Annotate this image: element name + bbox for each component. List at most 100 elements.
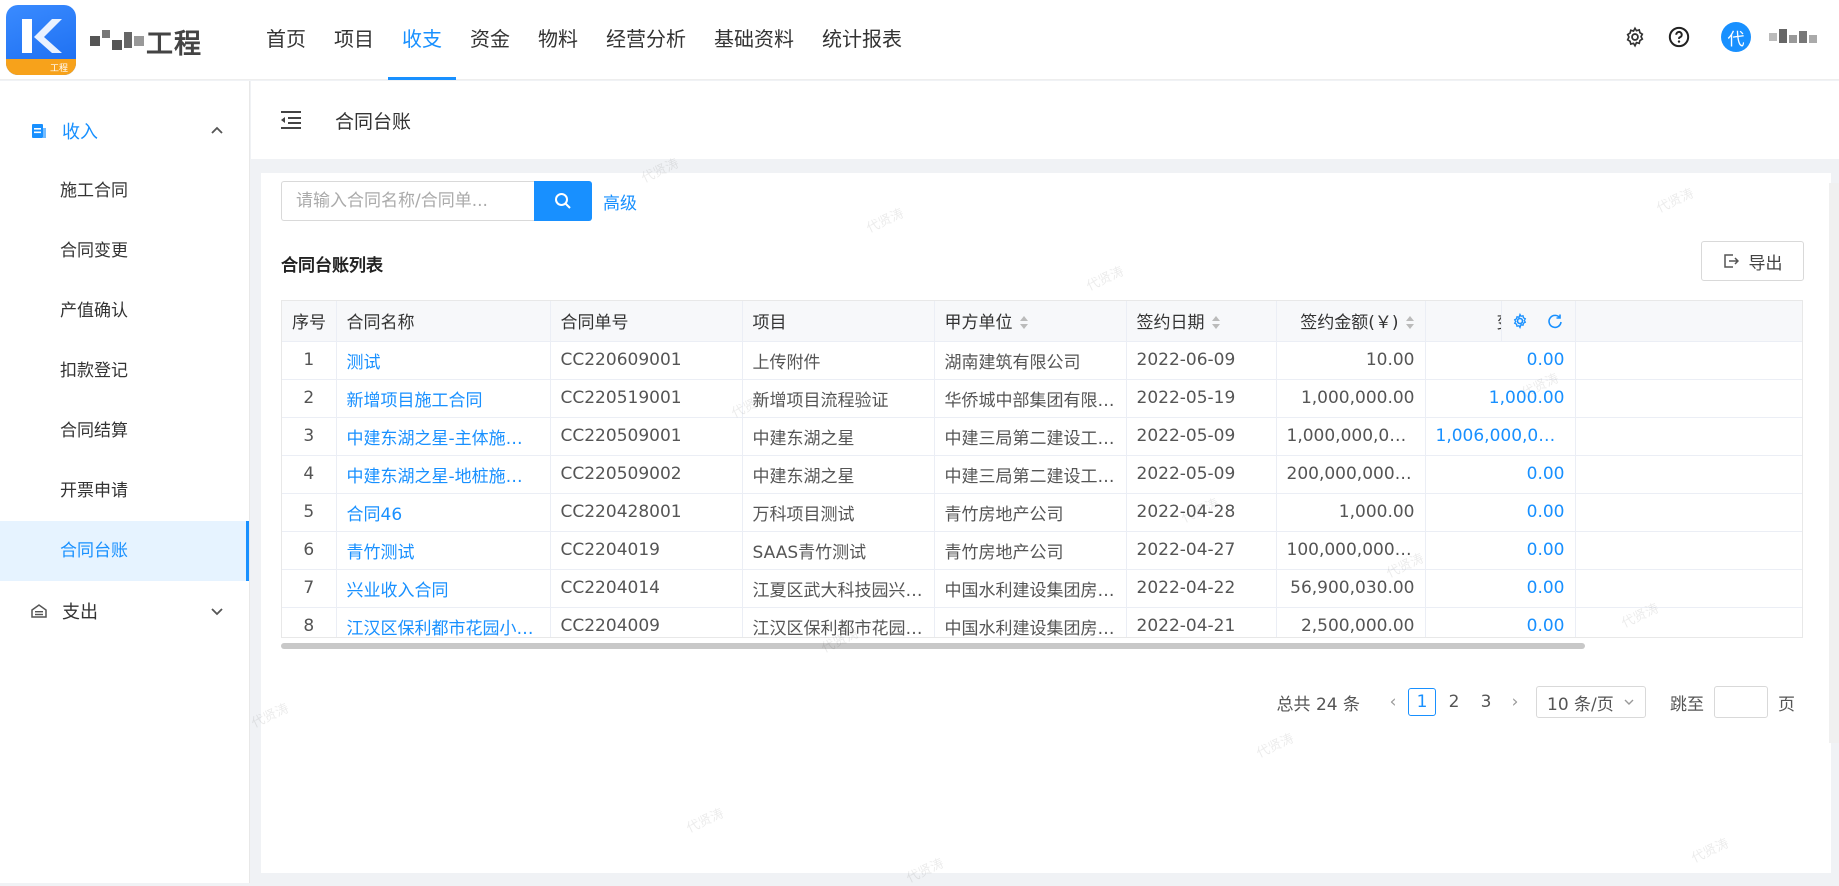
cell-contract-name[interactable]: 中建东湖之星-主体施工合同 bbox=[336, 417, 551, 456]
refresh-icon[interactable] bbox=[1547, 313, 1563, 329]
page-3[interactable]: 3 bbox=[1472, 688, 1500, 716]
cell-sign-date: 2022-04-28 bbox=[1126, 493, 1277, 532]
sidebar-group-expense[interactable]: 支出 bbox=[0, 581, 249, 641]
cell-project: 上传附件 bbox=[742, 341, 935, 380]
cell-sign-date: 2022-05-09 bbox=[1126, 417, 1277, 456]
cell-contract-name[interactable]: 兴业收入合同 bbox=[336, 569, 551, 608]
sort-icon[interactable] bbox=[1019, 316, 1029, 330]
cell-party-a: 中建三局第二建设工程... bbox=[934, 417, 1127, 456]
sidebar-item-contract-change[interactable]: 合同变更 bbox=[0, 221, 249, 281]
nav-basic-data[interactable]: 基础资料 bbox=[700, 0, 808, 80]
list-title: 合同台账列表 bbox=[281, 256, 383, 276]
app-logo[interactable]: 工程 bbox=[6, 5, 76, 75]
cell-overflow bbox=[1575, 455, 1802, 494]
cell-change-amount[interactable]: 1,000.00 bbox=[1425, 379, 1576, 418]
col-header-party-a[interactable]: 甲方单位 bbox=[934, 301, 1127, 342]
cell-sign-date: 2022-06-09 bbox=[1126, 341, 1277, 380]
cell-change-amount[interactable]: 0.00 bbox=[1425, 607, 1576, 637]
table-row[interactable]: 1 测试 CC220609001 上传附件 湖南建筑有限公司 2022-06-09 10.0… bbox=[282, 341, 1802, 380]
menu-fold-icon[interactable] bbox=[279, 109, 303, 131]
cell-contract-name[interactable]: 新增项目施工合同 bbox=[336, 379, 551, 418]
search-input[interactable] bbox=[281, 181, 534, 221]
table-row[interactable]: 3 中建东湖之星-主体施工合同 CC220509001 中建东湖之星 中建三局第二建设工… bbox=[282, 417, 1802, 456]
search-button[interactable] bbox=[534, 181, 592, 221]
table-row[interactable]: 6 青竹测试 CC2204019 SAAS青竹测试 青竹房地产公司 2022-04-27 1… bbox=[282, 531, 1802, 570]
page-2[interactable]: 2 bbox=[1440, 688, 1468, 716]
cell-index: 2 bbox=[282, 379, 337, 418]
cell-party-a: 中建三局第二建设工程... bbox=[934, 455, 1127, 494]
export-button[interactable]: 导出 bbox=[1701, 241, 1804, 281]
col-header-contract-name: 合同名称 bbox=[336, 301, 551, 342]
sidebar: 收入 施工合同 合同变更 产值确认 扣款登记 合同结算 开票申请 合同台账 支出 bbox=[0, 81, 250, 883]
table-row[interactable]: 8江汉区保利都市花园小区(二...CC2204009江汉区保利都市花园小区中国水… bbox=[282, 607, 1802, 637]
sidebar-item-output-confirm[interactable]: 产值确认 bbox=[0, 281, 249, 341]
nav-funds[interactable]: 资金 bbox=[456, 0, 524, 80]
cell-party-a: 华侨城中部集团有限公司 bbox=[934, 379, 1127, 418]
table-row[interactable]: 4 中建东湖之星-地桩施工合同 CC220509002 中建东湖之星 中建三局第二建设工… bbox=[282, 455, 1802, 494]
cell-change-amount[interactable]: 0.00 bbox=[1425, 569, 1576, 608]
next-page-icon[interactable]: › bbox=[1502, 692, 1528, 712]
jump-page-input[interactable] bbox=[1714, 686, 1768, 718]
nav-finance[interactable]: 收支 bbox=[388, 0, 456, 80]
col-header-index: 序号 bbox=[282, 301, 337, 342]
sidebar-item-deduction[interactable]: 扣款登记 bbox=[0, 341, 249, 401]
cell-project: SAAS青竹测试 bbox=[742, 531, 935, 570]
nav-reports[interactable]: 统计报表 bbox=[808, 0, 916, 80]
prev-page-icon[interactable]: ‹ bbox=[1380, 692, 1406, 712]
sidebar-item-contract-ledger[interactable]: 合同台账 bbox=[0, 521, 249, 581]
col-header-sign-date[interactable]: 签约日期 bbox=[1126, 301, 1277, 342]
sidebar-item-construction-contract[interactable]: 施工合同 bbox=[0, 161, 249, 221]
cell-change-amount[interactable]: 0.00 bbox=[1425, 341, 1576, 380]
cell-sign-amount: 10.00 bbox=[1276, 341, 1426, 380]
cell-overflow bbox=[1575, 607, 1802, 637]
cell-change-amount[interactable]: 0.00 bbox=[1425, 531, 1576, 570]
cell-party-a: 青竹房地产公司 bbox=[934, 493, 1127, 532]
sidebar-item-invoice[interactable]: 开票申请 bbox=[0, 461, 249, 521]
table-row[interactable]: 5 合同46 CC220428001 万科项目测试 青竹房地产公司 2022-04-28 1… bbox=[282, 493, 1802, 532]
cell-sign-date: 2022-04-22 bbox=[1126, 569, 1277, 608]
settings-icon[interactable] bbox=[1621, 23, 1649, 51]
col-header-sign-amount[interactable]: 签约金额(￥) bbox=[1276, 301, 1426, 342]
cell-contract-name[interactable]: 测试 bbox=[336, 341, 551, 380]
table-row[interactable]: 7 兴业收入合同 CC2204014 江夏区武大科技园兴业... 中国水利建设集团房地.… bbox=[282, 569, 1802, 608]
nav-home[interactable]: 首页 bbox=[252, 0, 320, 80]
cell-contract-name[interactable]: 江汉区保利都市花园小区(二... bbox=[336, 607, 551, 637]
chevron-down-icon bbox=[211, 608, 223, 616]
cell-contract-name[interactable]: 合同46 bbox=[336, 493, 551, 532]
cell-change-amount[interactable]: 1,006,000,000.00 bbox=[1425, 417, 1576, 456]
nav-analysis[interactable]: 经营分析 bbox=[592, 0, 700, 80]
cell-contract-name[interactable]: 青竹测试 bbox=[336, 531, 551, 570]
table-row[interactable]: 2 新增项目施工合同 CC220519001 新增项目流程验证 华侨城中部集团有限公司 2… bbox=[282, 379, 1802, 418]
page-suffix: 页 bbox=[1778, 694, 1795, 715]
cell-contract-name[interactable]: 中建东湖之星-地桩施工合同 bbox=[336, 455, 551, 494]
logo-tag: 工程 bbox=[49, 64, 68, 74]
column-settings-icon[interactable] bbox=[1512, 313, 1528, 329]
page-1[interactable]: 1 bbox=[1408, 688, 1436, 716]
nav-project[interactable]: 项目 bbox=[320, 0, 388, 80]
brand-name: 工程 bbox=[146, 28, 202, 60]
help-icon[interactable] bbox=[1665, 23, 1693, 51]
cell-overflow bbox=[1575, 531, 1802, 570]
user-avatar[interactable]: 代 bbox=[1721, 22, 1751, 52]
vertical-scrollbar[interactable] bbox=[1829, 183, 1839, 743]
advanced-search-link[interactable]: 高级 bbox=[603, 189, 637, 214]
chevron-up-icon bbox=[211, 126, 223, 134]
nav-materials[interactable]: 物料 bbox=[524, 0, 592, 80]
cell-project: 中建东湖之星 bbox=[742, 455, 935, 494]
cell-change-amount[interactable]: 0.00 bbox=[1425, 455, 1576, 494]
sidebar-item-settlement[interactable]: 合同结算 bbox=[0, 401, 249, 461]
col-header-project: 项目 bbox=[742, 301, 935, 342]
search-bar bbox=[281, 181, 592, 221]
sort-icon[interactable] bbox=[1211, 316, 1221, 330]
jump-label: 跳至 bbox=[1670, 694, 1704, 715]
sort-icon[interactable] bbox=[1405, 316, 1415, 330]
export-label: 导出 bbox=[1748, 253, 1783, 274]
cell-change-amount[interactable]: 0.00 bbox=[1425, 493, 1576, 532]
horizontal-scrollbar[interactable] bbox=[281, 643, 1585, 649]
page-title: 合同台账 bbox=[335, 111, 412, 133]
username-obscured[interactable] bbox=[1769, 29, 1819, 45]
cell-project: 万科项目测试 bbox=[742, 493, 935, 532]
page-size-select[interactable]: 10 条/页 bbox=[1536, 686, 1646, 718]
sidebar-group-income[interactable]: 收入 bbox=[0, 101, 249, 161]
cell-index: 4 bbox=[282, 455, 337, 494]
